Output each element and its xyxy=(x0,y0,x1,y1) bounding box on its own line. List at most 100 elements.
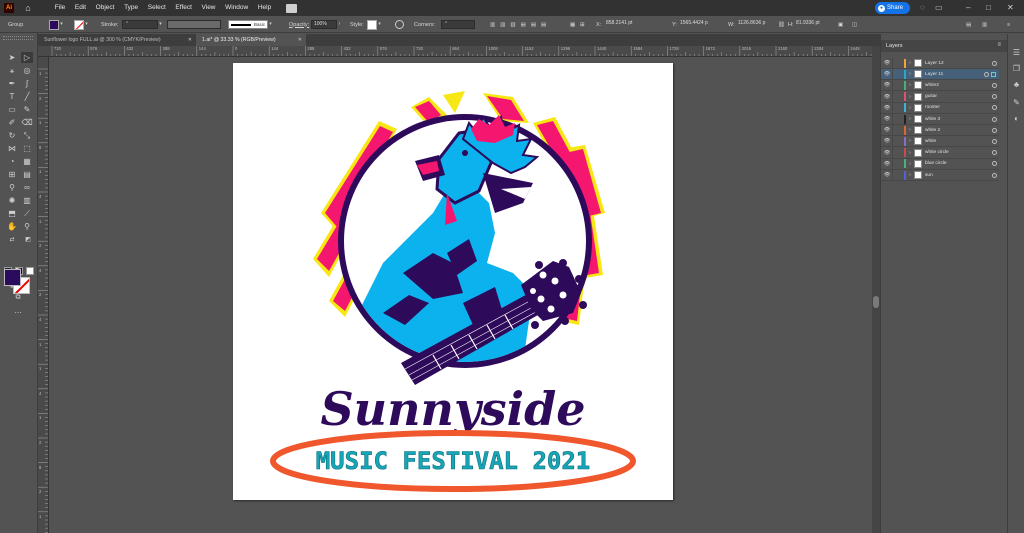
expand-chevron-icon[interactable]: › xyxy=(906,161,914,167)
close-tab-icon[interactable]: ✕ xyxy=(188,37,192,43)
target-circle-icon[interactable] xyxy=(992,94,997,100)
eyedropper-icon[interactable]: ⚲ xyxy=(6,182,18,193)
menu-select[interactable]: Select xyxy=(143,0,171,16)
rectangle-tool-icon[interactable]: ▭ xyxy=(6,104,18,115)
layer-name[interactable]: white2 xyxy=(925,83,992,88)
home-icon[interactable]: ⌂ xyxy=(23,3,33,13)
align-middle-icon[interactable]: ▤ xyxy=(531,22,536,28)
maximize-icon[interactable]: □ xyxy=(986,3,991,13)
menu-object[interactable]: Object xyxy=(91,0,119,16)
visibility-eye-icon[interactable]: 👁 xyxy=(882,105,892,111)
expand-chevron-icon[interactable]: › xyxy=(906,127,914,133)
y-input[interactable]: 1565.4424 p xyxy=(678,20,718,29)
free-transform-icon[interactable]: ⬚ xyxy=(21,143,33,154)
visibility-eye-icon[interactable]: 👁 xyxy=(882,71,892,77)
document-setup-icon[interactable]: ▤ xyxy=(966,16,971,33)
target-circle-icon[interactable] xyxy=(992,138,997,144)
lightbulb-icon[interactable]: ◌ xyxy=(920,3,925,13)
line-tool-icon[interactable]: ╱ xyxy=(21,91,33,102)
selection-tool-icon[interactable]: ➤ xyxy=(6,52,18,63)
lock-toggle[interactable] xyxy=(892,169,902,181)
direct-selection-tool-icon[interactable]: ▷ xyxy=(21,52,33,63)
brushes-icon[interactable]: ✎ xyxy=(1011,98,1022,108)
tab-sunflower-logo[interactable]: Sunflower logo FULL.ai @ 300 % (CMYK/Pre… xyxy=(38,34,196,46)
align-top-icon[interactable]: ▤ xyxy=(521,22,526,28)
horizontal-ruler[interactable]: 720 576 432 288 144 0 144 288 432 576 720 864 1008 11… xyxy=(38,46,872,57)
brush-definition[interactable]: Basic ▾ xyxy=(228,16,273,33)
lock-toggle[interactable] xyxy=(892,135,902,147)
mesh-tool-icon[interactable]: ⊞ xyxy=(6,169,18,180)
layer-name[interactable]: white 3 xyxy=(925,117,992,122)
menu-effect[interactable]: Effect xyxy=(171,0,197,16)
h-field[interactable]: 81.9336 pt xyxy=(794,16,832,33)
target-circle-icon[interactable] xyxy=(992,127,997,133)
fill-swatch[interactable]: ▾ xyxy=(49,16,64,33)
stroke-weight-input[interactable]: ⌃ xyxy=(122,20,158,29)
target-circle-icon[interactable] xyxy=(992,161,997,167)
edit-isolation-icon[interactable]: ◫ xyxy=(852,16,857,33)
chevron-down-icon[interactable]: ▾ xyxy=(84,20,89,29)
chevron-down-icon[interactable]: ▾ xyxy=(59,20,64,29)
target-circle-icon[interactable] xyxy=(992,150,997,156)
opacity-field[interactable]: 100% › xyxy=(311,16,342,33)
y-field[interactable]: 1565.4424 p xyxy=(678,16,718,33)
reference-point-icon[interactable]: ⊞ xyxy=(580,16,585,33)
target-circle-icon[interactable] xyxy=(992,105,997,111)
expand-chevron-icon[interactable]: › xyxy=(906,150,914,156)
corners-input[interactable]: ⌃ xyxy=(441,20,475,29)
chevron-down-icon[interactable]: ▾ xyxy=(377,20,382,29)
festival-logo-artwork[interactable]: Sunnyside MUSIC FESTIVAL 2021 xyxy=(233,63,673,500)
style-swatch[interactable]: ▾ xyxy=(367,16,382,33)
lock-toggle[interactable] xyxy=(892,124,902,136)
workspace-icon[interactable]: ▭ xyxy=(935,3,943,13)
stroke-swatch[interactable]: ▾ xyxy=(74,16,89,33)
layer-row[interactable]: 👁 › sun xyxy=(881,169,999,181)
expand-chevron-icon[interactable]: › xyxy=(906,60,914,66)
expand-chevron-icon[interactable]: › xyxy=(906,116,914,122)
slice-tool-icon[interactable]: ⟋ xyxy=(21,208,33,219)
layer-row[interactable]: 👁 › Layer 11 xyxy=(881,68,999,81)
layer-row[interactable]: 👁 › blue circle xyxy=(881,158,999,170)
swap-colors-icon[interactable]: ⇄ xyxy=(6,235,18,246)
layer-name[interactable]: Layer 12 xyxy=(925,61,992,66)
menu-view[interactable]: View xyxy=(197,0,221,16)
constrain-proportions-icon[interactable]: ⛓ xyxy=(778,16,785,33)
column-graph-icon[interactable]: ▥ xyxy=(21,195,33,206)
menu-help[interactable]: Help xyxy=(253,0,276,16)
visibility-eye-icon[interactable]: 👁 xyxy=(882,82,892,88)
scrollbar-thumb[interactable] xyxy=(873,296,879,308)
layer-name[interactable]: guitar xyxy=(925,94,992,99)
visibility-eye-icon[interactable]: 👁 xyxy=(882,60,892,66)
layer-row[interactable]: 👁 › guitar xyxy=(881,91,999,103)
expand-chevron-icon[interactable]: › xyxy=(906,105,914,111)
panel-menu-icon[interactable]: ≡ xyxy=(997,42,1001,48)
visibility-eye-icon[interactable]: 👁 xyxy=(882,138,892,144)
layer-row[interactable]: 👁 › rooster xyxy=(881,102,999,114)
recolor-artwork[interactable] xyxy=(395,16,404,33)
align-left-icon[interactable]: ▥ xyxy=(490,22,495,28)
corners-field[interactable]: ⌃ xyxy=(441,16,475,33)
artboard[interactable]: Sunnyside MUSIC FESTIVAL 2021 xyxy=(233,63,673,500)
share-button[interactable]: ● Share xyxy=(875,2,910,14)
visibility-eye-icon[interactable]: 👁 xyxy=(882,150,892,156)
menu-type[interactable]: Type xyxy=(119,0,143,16)
layer-name[interactable]: white xyxy=(925,139,992,144)
align-center-icon[interactable]: ▥ xyxy=(500,22,505,28)
expand-chevron-icon[interactable]: › xyxy=(906,172,914,178)
visibility-eye-icon[interactable]: 👁 xyxy=(882,116,892,122)
chevron-down-icon[interactable]: ▾ xyxy=(268,20,273,29)
x-field[interactable]: 858.2141 pt xyxy=(604,16,644,33)
perspective-grid-icon[interactable]: ▦ xyxy=(21,156,33,167)
minimize-icon[interactable]: – xyxy=(966,3,970,13)
default-colors-icon[interactable]: ◩ xyxy=(22,235,34,246)
expand-chevron-icon[interactable]: › xyxy=(906,82,914,88)
paintbrush-tool-icon[interactable]: ✎ xyxy=(21,104,33,115)
menu-window[interactable]: Window xyxy=(220,0,253,16)
panel-options-icon[interactable]: ≡ xyxy=(1007,16,1010,33)
lock-toggle[interactable] xyxy=(892,102,902,114)
opacity-label[interactable]: Opacity: xyxy=(289,16,309,33)
align-bottom-icon[interactable]: ▤ xyxy=(541,22,546,28)
lock-toggle[interactable] xyxy=(892,147,902,159)
magic-wand-icon[interactable]: ⚹ xyxy=(6,65,18,76)
visibility-eye-icon[interactable]: 👁 xyxy=(882,127,892,133)
